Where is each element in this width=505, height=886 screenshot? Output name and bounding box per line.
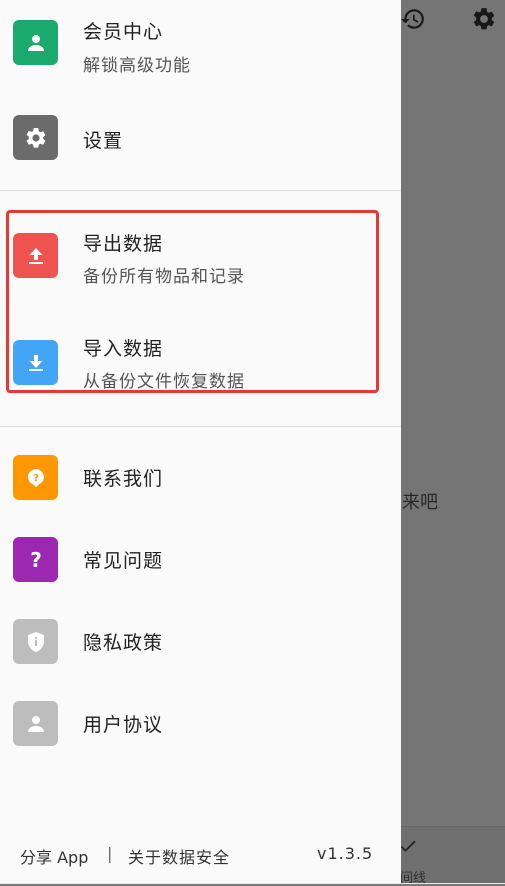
drawer-item-user-agreement[interactable]: 用户协议	[0, 696, 401, 756]
footer-separator: |	[107, 844, 113, 863]
data-security-link[interactable]: 关于数据安全	[128, 844, 230, 868]
drawer-item-contact-us[interactable]: ? 联系我们	[0, 450, 401, 510]
drawer-item-settings[interactable]: 设置	[0, 100, 401, 175]
svg-text:?: ?	[30, 548, 42, 572]
drawer-item-title: 常见问题	[83, 550, 164, 572]
drawer-item-title: 设置	[83, 130, 124, 152]
drawer-item-privacy-policy[interactable]: 隐私政策	[0, 614, 401, 674]
version-label: v1.3.5	[317, 844, 374, 863]
drawer-item-title: 联系我们	[83, 468, 164, 490]
share-app-link[interactable]: 分享 App	[20, 844, 88, 868]
highlight-box	[6, 210, 379, 393]
drawer-item-title: 隐私政策	[83, 632, 164, 654]
question-icon: ?	[30, 548, 42, 572]
agreement-tile	[13, 701, 58, 746]
membership-tile	[13, 20, 58, 65]
navigation-drawer: 会员中心 解锁高级功能 设置 导出数据 备份所有物品和记录 导入数据 从备份文件…	[0, 0, 401, 883]
svg-text:?: ?	[33, 473, 39, 484]
support-icon: ?	[27, 468, 44, 487]
drawer-divider	[0, 426, 401, 427]
drawer-item-faq[interactable]: ? 常见问题	[0, 532, 401, 592]
faq-tile: ?	[13, 537, 58, 582]
drawer-item-title: 用户协议	[83, 714, 164, 736]
contact-tile: ?	[13, 455, 58, 500]
person-icon	[27, 34, 44, 51]
shield-icon	[27, 631, 44, 652]
settings-tile	[13, 115, 58, 160]
drawer-item-subtitle: 解锁高级功能	[83, 56, 191, 76]
privacy-tile	[13, 619, 58, 664]
person-icon	[27, 715, 44, 732]
drawer-divider	[0, 190, 401, 191]
gear-icon	[26, 127, 45, 148]
drawer-item-title: 会员中心	[83, 21, 164, 43]
drawer-footer: 分享 App | 关于数据安全 v1.3.5	[0, 840, 401, 870]
drawer-item-membership[interactable]: 会员中心 解锁高级功能	[0, 0, 401, 95]
